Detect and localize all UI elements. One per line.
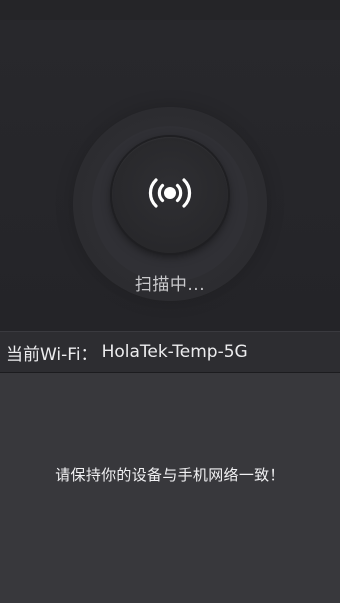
current-wifi-ssid: HolaTek-Temp-5G <box>101 342 248 362</box>
current-wifi-row: 当前Wi-Fi： HolaTek-Temp-5G <box>0 331 340 373</box>
scan-area: 扫描中... <box>0 20 340 331</box>
scan-button[interactable] <box>112 137 228 253</box>
current-wifi-label: 当前Wi-Fi： <box>6 344 98 365</box>
status-bar <box>0 0 340 20</box>
scan-status-text: 扫描中... <box>134 275 206 295</box>
network-hint-text: 请保持你的设备与手机网络一致！ <box>55 466 285 484</box>
hint-area: 请保持你的设备与手机网络一致！ <box>0 373 340 603</box>
broadcast-icon <box>144 175 196 215</box>
